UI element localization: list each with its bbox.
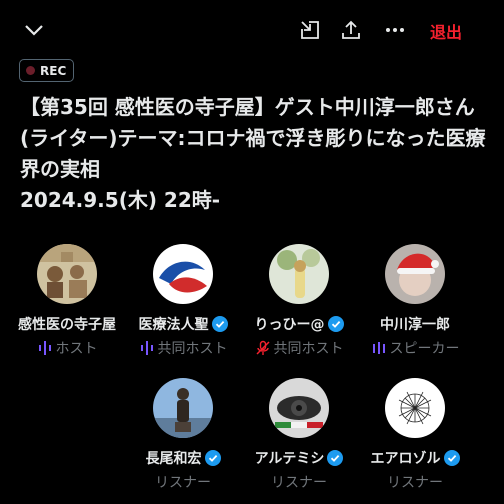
participant-card[interactable]: 長尾和宏 リスナー <box>124 378 242 498</box>
participant-card[interactable]: 医療法人聖 共同ホスト <box>124 244 242 364</box>
participant-name: エアロゾル <box>356 448 474 468</box>
participant-role: リスナー <box>387 475 443 491</box>
participant-card[interactable]: アルテミシ リスナー <box>240 378 358 498</box>
participant-role: 共同ホスト <box>240 338 358 358</box>
mic-muted-icon <box>255 340 271 356</box>
leave-button[interactable]: 退出 <box>430 19 462 43</box>
dock-icon[interactable] <box>294 14 326 46</box>
participant-role: リスナー <box>271 475 327 491</box>
verified-badge-icon <box>204 450 221 466</box>
avatar <box>153 244 213 304</box>
participant-role: ホスト <box>8 338 126 358</box>
avatar <box>37 244 97 304</box>
participant-name: アルテミシ <box>240 448 358 468</box>
participant-card[interactable]: 中川淳一郎 スピーカー <box>356 244 474 364</box>
participant-card[interactable]: エアロゾル リスナー <box>356 378 474 498</box>
more-icon[interactable] <box>379 14 411 46</box>
participant-name: 感性医の寺子屋 <box>18 317 116 333</box>
chevron-down-icon[interactable] <box>18 14 50 46</box>
verified-badge-icon <box>327 316 344 332</box>
verified-badge-icon <box>211 316 228 332</box>
recording-label: REC <box>40 63 67 78</box>
record-dot-icon <box>26 66 35 75</box>
participant-name: 中川淳一郎 <box>380 317 450 333</box>
participant-role: スピーカー <box>356 338 474 358</box>
participant-card[interactable]: りっひー@ 共同ホスト <box>240 244 358 364</box>
participant-role: 共同ホスト <box>124 338 242 358</box>
avatar <box>269 378 329 438</box>
verified-badge-icon <box>327 450 344 466</box>
participant-name: 長尾和宏 <box>124 448 242 468</box>
speaking-wave-icon <box>139 340 155 356</box>
top-bar: 退出 <box>0 0 504 60</box>
speaking-wave-icon <box>371 340 387 356</box>
verified-badge-icon <box>443 450 460 466</box>
avatar <box>385 244 445 304</box>
avatar <box>385 378 445 438</box>
recording-badge: REC <box>19 59 75 82</box>
participant-name: 医療法人聖 <box>124 314 242 334</box>
space-title: 【第35回 感性医の寺子屋】ゲスト中川淳一郎さん(ライター)テーマ:コロナ禍で浮… <box>20 95 486 212</box>
speaking-wave-icon <box>37 340 53 356</box>
participant-card[interactable]: 感性医の寺子屋 ホスト <box>8 244 126 364</box>
share-icon[interactable] <box>335 14 367 46</box>
avatar <box>153 378 213 438</box>
avatar <box>269 244 329 304</box>
participant-role: リスナー <box>155 475 211 491</box>
participant-name: りっひー@ <box>240 314 358 334</box>
